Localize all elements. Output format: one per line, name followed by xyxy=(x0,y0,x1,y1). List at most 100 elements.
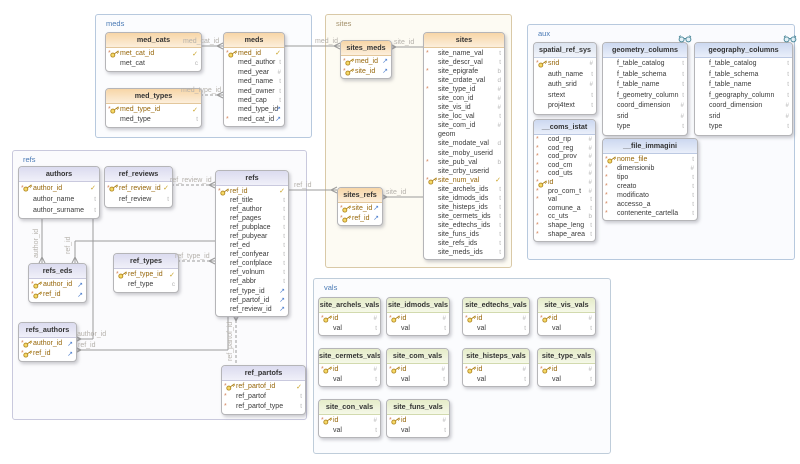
field-row-refs_eds-author_id[interactable]: *author_id↗ xyxy=(29,280,86,290)
field-row-__coms_istat-shape_leng[interactable]: *shape_lengt xyxy=(534,222,595,231)
field-row-__coms_istat-cod_cm[interactable]: *cod_cm# xyxy=(534,162,595,171)
field-row-meds-med_id[interactable]: *med_id✓ xyxy=(224,49,284,58)
table-header-refs[interactable]: refs xyxy=(216,171,288,186)
field-row-__file_immagini-accesso_a[interactable]: *accesso_at xyxy=(603,200,697,209)
field-row-__coms_istat-cod_prov[interactable]: *cod_prov# xyxy=(534,153,595,162)
table-header-site_idmods_vals[interactable]: site_idmods_vals xyxy=(387,298,449,313)
field-row-__file_immagini-contenente_cartella[interactable]: *contenente_cartellat xyxy=(603,209,697,218)
field-row-__coms_istat-cc_uts[interactable]: *cc_utsb xyxy=(534,213,595,222)
field-row-sites-site_histeps_ids[interactable]: site_histeps_idst xyxy=(424,203,504,212)
field-row-geography_columns-f_table_schema[interactable]: f_table_schemat xyxy=(695,70,792,81)
field-row-sites-site_num_val[interactable]: *site_num_val✓ xyxy=(424,176,504,185)
table-header-site_funs_vals[interactable]: site_funs_vals xyxy=(387,400,449,415)
table-site_histeps_vals[interactable]: site_histeps_vals*id#valt xyxy=(462,348,530,387)
field-row-geography_columns-coord_dimension[interactable]: coord_dimension# xyxy=(695,101,792,112)
table-site_cermets_vals[interactable]: site_cermets_vals*id#valt xyxy=(318,348,381,387)
table-spatial_ref_sys[interactable]: spatial_ref_sys*srid#auth_nametauth_srid… xyxy=(533,42,597,115)
field-row-sites-site_crdate_val[interactable]: site_crdate_vald xyxy=(424,76,504,85)
table-sites[interactable]: sites*site_name_valtsite_descr_valt*site… xyxy=(423,32,505,260)
field-row-meds-med_owner[interactable]: med_ownert xyxy=(224,87,284,96)
field-row-site_idmods_vals-val[interactable]: valt xyxy=(387,324,449,334)
table-header-site_histeps_vals[interactable]: site_histeps_vals xyxy=(463,349,529,364)
field-row-spatial_ref_sys-proj4text[interactable]: proj4textt xyxy=(534,101,596,112)
field-row-__coms_istat-cod_uts[interactable]: *cod_uts# xyxy=(534,170,595,179)
table-authors[interactable]: authors*author_id✓author_nametauthor_sur… xyxy=(18,166,100,219)
field-row-ref_types-ref_type_id[interactable]: *ref_type_id✓ xyxy=(114,270,178,280)
field-row-sites-site_meds_ids[interactable]: site_meds_idst xyxy=(424,248,504,257)
field-row-refs-ref_author[interactable]: ref_authort xyxy=(216,205,288,214)
table-header-spatial_ref_sys[interactable]: spatial_ref_sys xyxy=(534,43,596,58)
field-row-ref_partofs-ref_partof_type[interactable]: *ref_partof_typet xyxy=(222,402,305,412)
table-med_types[interactable]: med_types*med_type_id✓med_typet xyxy=(105,88,202,128)
field-row-__coms_istat-val[interactable]: *valt xyxy=(534,196,595,205)
field-row-sites-site_epigrafe[interactable]: *site_epigrafeb xyxy=(424,67,504,76)
field-row-sites-site_archels_ids[interactable]: site_archels_idst xyxy=(424,185,504,194)
field-row-authors-author_name[interactable]: author_namet xyxy=(19,194,99,205)
field-row-refs-ref_volnum[interactable]: ref_volnumt xyxy=(216,268,288,277)
field-row-geometry_columns-f_table_catalog[interactable]: f_table_catalogt xyxy=(603,59,687,70)
field-row-sites-site_idmods_ids[interactable]: site_idmods_idst xyxy=(424,194,504,203)
field-row-spatial_ref_sys-srtext[interactable]: srtextt xyxy=(534,91,596,102)
field-row-__file_immagini-tipo[interactable]: *tipot xyxy=(603,173,697,182)
field-row-geometry_columns-f_table_schema[interactable]: f_table_schemat xyxy=(603,70,687,81)
table-header-site_archels_vals[interactable]: site_archels_vals xyxy=(319,298,380,313)
field-row-site_edtechs_vals-val[interactable]: valt xyxy=(463,324,529,334)
field-row-__coms_istat-pro_com_t[interactable]: *pro_com_t# xyxy=(534,188,595,197)
table-meds[interactable]: meds*med_id✓med_authortmed_year#med_name… xyxy=(223,32,285,127)
field-row-refs_authors-ref_id[interactable]: *ref_id↗ xyxy=(19,349,76,359)
field-row-ref_reviews-ref_review[interactable]: ref_reviewt xyxy=(105,194,172,205)
field-row-authors-author_id[interactable]: *author_id✓ xyxy=(19,183,99,194)
field-row-refs-ref_pubyear[interactable]: ref_pubyeart xyxy=(216,232,288,241)
table-refs_eds[interactable]: refs_eds*author_id↗*ref_id↗ xyxy=(28,263,87,303)
table-header-site_edtechs_vals[interactable]: site_edtechs_vals xyxy=(463,298,529,313)
table-geography_columns[interactable]: geography_columnsf_table_catalogtf_table… xyxy=(694,42,793,136)
field-row-site_archels_vals-val[interactable]: valt xyxy=(319,324,380,334)
table-header-sites_refs[interactable]: sites_refs xyxy=(338,188,382,203)
table-ref_reviews[interactable]: ref_reviews*ref_review_id✓ref_reviewt xyxy=(104,166,173,208)
field-row-geometry_columns-coord_dimension[interactable]: coord_dimension# xyxy=(603,101,687,112)
field-row-ref_partofs-ref_partof_id[interactable]: *ref_partof_id✓ xyxy=(222,382,305,392)
field-row-meds-med_year[interactable]: med_year# xyxy=(224,68,284,77)
table-site_archels_vals[interactable]: site_archels_vals*id#valt xyxy=(318,297,381,336)
table-header-site_con_vals[interactable]: site_con_vals xyxy=(319,400,380,415)
table-header-site_cermets_vals[interactable]: site_cermets_vals xyxy=(319,349,380,364)
field-row-refs_authors-author_id[interactable]: *author_id↗ xyxy=(19,339,76,349)
field-row-refs-ref_abbr[interactable]: ref_abbrt xyxy=(216,277,288,286)
field-row-med_types-med_type[interactable]: med_typet xyxy=(106,115,201,125)
field-row-med_cats-met_cat_id[interactable]: *met_cat_id✓ xyxy=(106,49,201,59)
field-row-geometry_columns-f_table_name[interactable]: f_table_namet xyxy=(603,80,687,91)
field-row-site_vis_vals-id[interactable]: *id# xyxy=(538,314,595,324)
field-row-sites-site_modate_val[interactable]: site_modate_vald xyxy=(424,139,504,148)
table-site_funs_vals[interactable]: site_funs_vals*id#valt xyxy=(386,399,450,438)
field-row-site_com_vals-val[interactable]: valt xyxy=(387,375,448,385)
field-row-sites_refs-ref_id[interactable]: *ref_id↗ xyxy=(338,214,382,224)
field-row-meds-med_cap[interactable]: med_capt xyxy=(224,96,284,105)
field-row-sites-site_edtechs_ids[interactable]: site_edtechs_idst xyxy=(424,221,504,230)
field-row-geometry_columns-f_geometry_column[interactable]: f_geometry_columnt xyxy=(603,91,687,102)
field-row-sites-site_pub_val[interactable]: *site_pub_valb xyxy=(424,158,504,167)
table-header-refs_authors[interactable]: refs_authors xyxy=(19,323,76,338)
field-row-__coms_istat-cod_rip[interactable]: *cod_rip# xyxy=(534,136,595,145)
field-row-sites_meds-site_id[interactable]: *site_id↗ xyxy=(341,67,391,77)
table-site_com_vals[interactable]: site_com_vals*id#valt xyxy=(386,348,449,387)
table-header-site_type_vals[interactable]: site_type_vals xyxy=(538,349,595,364)
field-row-site_vis_vals-val[interactable]: valt xyxy=(538,324,595,334)
field-row-refs-ref_confyear[interactable]: ref_confyeart xyxy=(216,250,288,259)
field-row-refs-ref_pubplace[interactable]: ref_pubplacet xyxy=(216,223,288,232)
field-row-site_idmods_vals-id[interactable]: *id# xyxy=(387,314,449,324)
field-row-refs-ref_type_id[interactable]: ref_type_id↗ xyxy=(216,287,288,296)
field-row-site_con_vals-val[interactable]: valt xyxy=(319,426,380,436)
field-row-refs-ref_confplace[interactable]: ref_confplacet xyxy=(216,259,288,268)
field-row-sites-site_com_id[interactable]: site_com_id# xyxy=(424,121,504,130)
field-row-__file_immagini-nome_file[interactable]: *nome_filet xyxy=(603,155,697,164)
field-row-sites-site_descr_val[interactable]: site_descr_valt xyxy=(424,58,504,67)
field-row-authors-author_surname[interactable]: author_surnamet xyxy=(19,205,99,216)
table-header-meds[interactable]: meds xyxy=(224,33,284,48)
table-header-refs_eds[interactable]: refs_eds xyxy=(29,264,86,279)
field-row-sites-site_cermets_ids[interactable]: site_cermets_idst xyxy=(424,212,504,221)
field-row-sites-site_loc_val[interactable]: site_loc_valt xyxy=(424,112,504,121)
field-row-geography_columns-f_table_name[interactable]: f_table_namet xyxy=(695,80,792,91)
field-row-refs-ref_pages[interactable]: ref_pagest xyxy=(216,214,288,223)
table-header-__coms_istat[interactable]: __coms_istat xyxy=(534,120,595,135)
table-__coms_istat[interactable]: __coms_istat*cod_rip#*cod_reg#*cod_prov#… xyxy=(533,119,596,242)
